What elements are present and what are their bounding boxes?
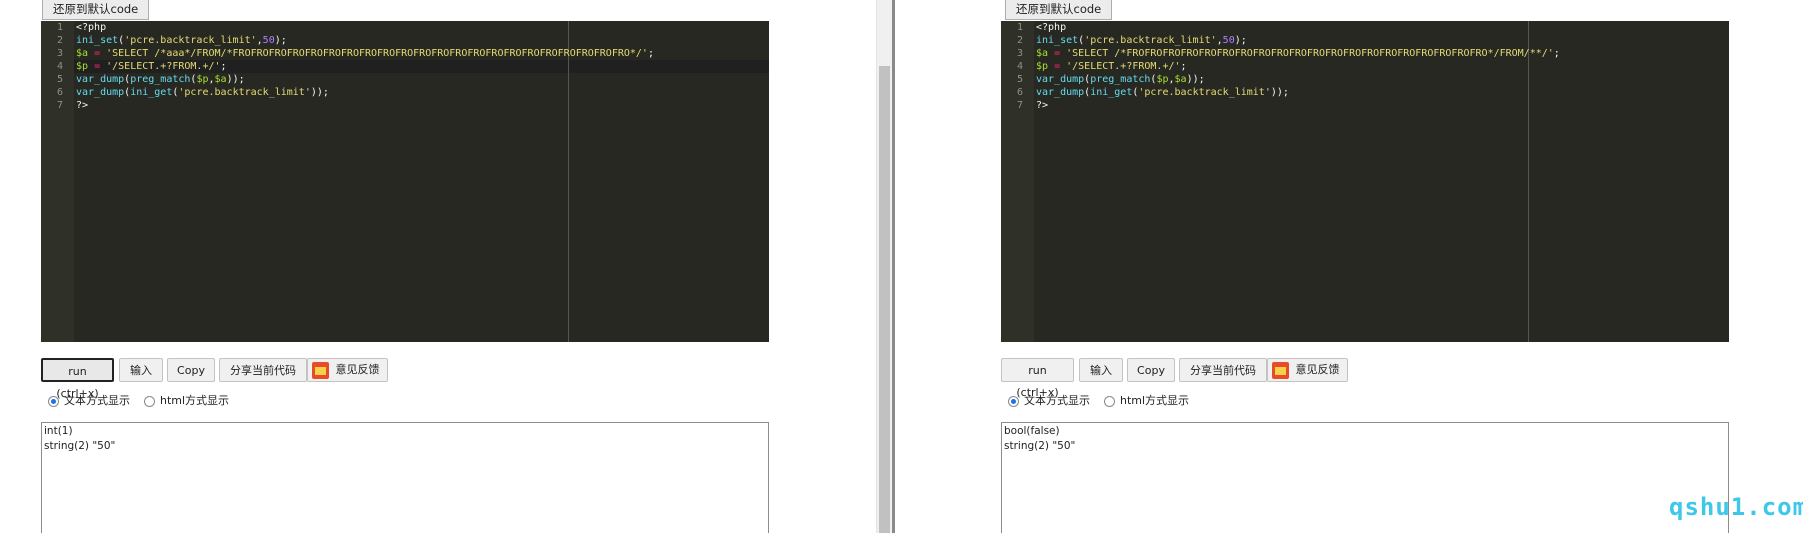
- line-number: 5: [1016, 74, 1023, 85]
- code-line-2: ini_set('pcre.backtrack_limit',50);: [76, 35, 287, 46]
- site-watermark: qshu1.com: [1669, 493, 1803, 521]
- code-line-5: var_dump(preg_match($p,$a));: [76, 74, 245, 85]
- code-line-6: var_dump(ini_get('pcre.backtrack_limit')…: [1036, 87, 1289, 98]
- line-number: 3: [1016, 48, 1023, 59]
- output-line: bool(false): [1004, 425, 1060, 437]
- code-editor[interactable]: 1 2 3 4 5 6 7 <?php ini_set('pcre.backtr…: [1001, 21, 1729, 342]
- copy-button[interactable]: Copy: [1127, 358, 1175, 382]
- text-mode-label: 文本方式显示: [64, 394, 130, 407]
- line-number: 7: [1016, 100, 1023, 111]
- line-number: 5: [56, 74, 63, 85]
- print-margin: [1528, 21, 1529, 342]
- text-mode-label: 文本方式显示: [1024, 394, 1090, 407]
- run-button[interactable]: run (ctrl+x): [1001, 358, 1074, 399]
- code-line-2: ini_set('pcre.backtrack_limit',50);: [1036, 35, 1247, 46]
- line-number: 1: [1016, 22, 1023, 33]
- output-line: int(1): [44, 425, 73, 437]
- feedback-button[interactable]: 意见反馈: [307, 358, 388, 382]
- mail-icon: [1272, 362, 1289, 379]
- line-number: 2: [56, 35, 63, 46]
- code-line-5: var_dump(preg_match($p,$a));: [1036, 74, 1205, 85]
- editor-gutter: 1 2 3 4 5 6 7: [41, 21, 74, 342]
- line-number: 4: [1016, 61, 1023, 72]
- feedback-label: 意见反馈: [335, 363, 380, 376]
- code-line-3: $a = 'SELECT /*FROFROFROFROFROFROFROFROF…: [1036, 48, 1560, 59]
- output-line: string(2) "50": [44, 440, 116, 452]
- run-button[interactable]: run (ctrl+x): [41, 358, 114, 400]
- code-line-1: <?php: [1036, 22, 1067, 33]
- input-button[interactable]: 输入: [1079, 358, 1123, 382]
- left-pane-scrollbar[interactable]: [876, 0, 892, 533]
- code-line-3: $a = 'SELECT /*aaa*/FROM/*FROFROFROFROFR…: [76, 48, 654, 59]
- line-number: 7: [56, 100, 63, 111]
- left-pane: 还原到默认code 1 2 3 4 5 6 7 <?php ini_set('p…: [0, 0, 876, 533]
- html-mode-radio[interactable]: [1104, 396, 1115, 407]
- output-panel: bool(false) string(2) "50": [1001, 422, 1729, 533]
- code-line-1: <?php: [76, 22, 107, 33]
- html-mode-label: html方式显示: [1120, 394, 1190, 407]
- copy-button[interactable]: Copy: [167, 358, 215, 382]
- line-number: 1: [56, 22, 63, 33]
- output-panel: int(1) string(2) "50": [41, 422, 769, 533]
- share-code-button[interactable]: 分享当前代码: [219, 358, 307, 382]
- mail-icon: [312, 362, 329, 379]
- code-line-6: var_dump(ini_get('pcre.backtrack_limit')…: [76, 87, 329, 98]
- line-number: 3: [56, 48, 63, 59]
- scrollbar-thumb[interactable]: [879, 66, 890, 533]
- code-line-4: $p = '/SELECT.+?FROM.+/';: [1036, 61, 1187, 72]
- code-editor[interactable]: 1 2 3 4 5 6 7 <?php ini_set('pcre.backtr…: [41, 21, 769, 342]
- text-mode-radio[interactable]: [48, 396, 59, 407]
- print-margin: [568, 21, 569, 342]
- reset-default-code-button[interactable]: 还原到默认code: [42, 0, 150, 20]
- html-mode-label: html方式显示: [160, 394, 230, 407]
- line-number: 2: [1016, 35, 1023, 46]
- feedback-label: 意见反馈: [1295, 363, 1340, 376]
- output-line: string(2) "50": [1004, 440, 1076, 452]
- code-line-4: $p = '/SELECT.+?FROM.+/';: [76, 61, 227, 72]
- reset-default-code-button[interactable]: 还原到默认code: [1005, 0, 1113, 20]
- right-pane: 还原到默认code 1 2 3 4 5 6 7 <?php ini_set('p…: [895, 0, 1803, 533]
- line-number: 6: [56, 87, 63, 98]
- feedback-button[interactable]: 意见反馈: [1267, 358, 1348, 382]
- code-line-7: ?>: [76, 100, 89, 111]
- share-code-button[interactable]: 分享当前代码: [1179, 358, 1267, 382]
- editor-gutter: 1 2 3 4 5 6 7: [1001, 21, 1034, 342]
- line-number: 4: [56, 61, 63, 72]
- text-mode-radio[interactable]: [1008, 396, 1019, 407]
- input-button[interactable]: 输入: [119, 358, 163, 382]
- code-line-7: ?>: [1036, 100, 1049, 111]
- html-mode-radio[interactable]: [144, 396, 155, 407]
- line-number: 6: [1016, 87, 1023, 98]
